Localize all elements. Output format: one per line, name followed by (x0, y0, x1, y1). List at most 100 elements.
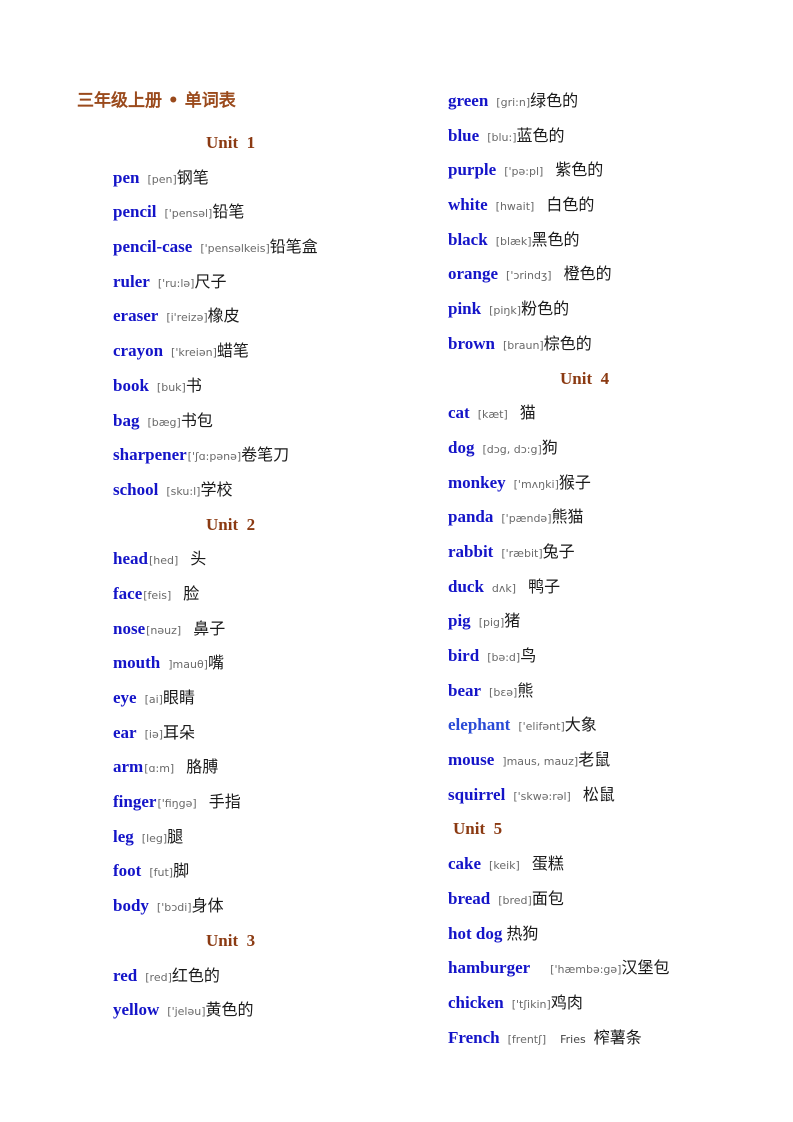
chinese-meaning: 头 (190, 549, 207, 569)
phonetic: [ɑ:m] (144, 762, 175, 776)
phonetic: [keik] (489, 859, 520, 873)
chinese-meaning: 猪 (504, 611, 521, 631)
chinese-meaning: 蜡笔 (216, 341, 249, 361)
vocabulary-page: 三年级上册 • 单词表 Unit 1 pen [pen] 钢笔 pencil ['pens… (0, 0, 793, 1122)
word-entry: pencil ['pensəl] 铅笔 (113, 195, 433, 230)
phonetic: ['pensəl] (164, 207, 213, 221)
english-word: orange (448, 264, 499, 284)
word-entry: pen [pen] 钢笔 (113, 161, 433, 196)
english-word: book (113, 375, 149, 395)
phonetic: ['pensəlkeis] (200, 242, 270, 256)
chinese-meaning: 身体 (191, 896, 224, 916)
word-entry: black [blæk] 黑色的 (448, 223, 778, 258)
phonetic: [hed] (148, 554, 179, 568)
word-entry: eye [ai] 眼睛 (113, 681, 433, 716)
phonetic: [red] (145, 970, 172, 984)
word-entry: head [hed] 头 (113, 542, 433, 577)
english-word: bread (448, 888, 491, 908)
english-word: monkey (448, 472, 506, 492)
chinese-meaning: 铅笔 (212, 202, 245, 222)
chinese-meaning: 橡皮 (207, 306, 240, 326)
english-word: pink (448, 299, 482, 319)
english-word: bird (448, 646, 480, 665)
chinese-meaning: 榨薯条 (593, 1027, 642, 1047)
phonetic: [piŋk] (489, 304, 522, 318)
chinese-meaning: 大象 (564, 715, 597, 735)
word-entry: bread [bred] 面包 (448, 882, 778, 917)
word-entry: pencil-case ['pensəlkeis] 铅笔盒 (113, 230, 433, 265)
english-word: French (448, 1027, 500, 1047)
chinese-meaning: 书包 (180, 410, 213, 430)
english-word: duck (448, 576, 484, 596)
phonetic: [bæg] (147, 415, 181, 429)
english-word: face (113, 583, 143, 603)
chinese-meaning: 汉堡包 (621, 958, 670, 978)
word-entry: squirrel ['skwə:rəl] 松鼠 (448, 778, 778, 813)
english-word: arm (113, 757, 144, 777)
chinese-meaning: 书 (185, 375, 202, 395)
word-entry: blue [blu:] 蓝色的 (448, 119, 778, 154)
phonetic: ['mʌŋki] (513, 477, 559, 491)
english-word: finger (113, 792, 157, 812)
chinese-meaning: 面包 (531, 888, 564, 908)
word-entry: mouth]mauθ] 嘴 (113, 646, 433, 681)
unit-heading: Unit 1 (206, 133, 256, 152)
phonetic: [blu:] (487, 130, 517, 144)
phonetic: [frentʃ] (507, 1032, 547, 1046)
word-entry: sharpener ['ʃɑ:pənə] 卷笔刀 (113, 438, 433, 473)
chinese-meaning: 老鼠 (578, 750, 611, 770)
page-title: 三年级上册 • 单词表 (77, 91, 236, 111)
english-word: school (113, 479, 159, 499)
phonetic: ['ʃɑ:pənə] (187, 450, 242, 464)
word-entry: face [feis] 脸 (113, 577, 433, 612)
phonetic: [leg] (141, 831, 168, 845)
chinese-meaning: 绿色的 (530, 91, 579, 110)
phonetic: ['bɔdi] (156, 901, 192, 915)
chinese-meaning: 鸟 (520, 646, 537, 665)
chinese-meaning: 鸡肉 (550, 992, 583, 1012)
chinese-meaning: 熊 (517, 680, 534, 700)
chinese-meaning: 钢笔 (176, 167, 209, 187)
english-word: pen (113, 167, 140, 187)
english-word: bear (448, 680, 482, 700)
word-entry: ruler ['ru:lə] 尺子 (113, 265, 433, 300)
word-entry: cake [keik] 蛋糕 (448, 847, 778, 882)
unit-heading: Unit 4 (560, 368, 610, 388)
word-entry: dog [dɔg, dɔ:g] 狗 (448, 431, 778, 466)
word-entry: foot [fut] 脚 (113, 854, 433, 889)
phonetic: [pen] (147, 172, 177, 186)
chinese-meaning: 鼻子 (193, 618, 226, 638)
chinese-meaning: 脸 (183, 583, 200, 603)
english-word: squirrel (448, 784, 506, 804)
word-entry: cat [kæt] 猫 (448, 396, 778, 431)
chinese-meaning: 黑色的 (531, 229, 580, 249)
chinese-meaning: 卷笔刀 (241, 445, 290, 465)
chinese-meaning: 橙色的 (563, 264, 612, 284)
word-entry: leg [leg] 腿 (113, 820, 433, 855)
phonetic: ]mauθ] (168, 658, 208, 672)
phonetic: [buk] (156, 380, 186, 394)
english-word: head (113, 549, 148, 569)
phonetic: [pig] (478, 616, 505, 630)
english-word: purple (448, 160, 497, 180)
unit-heading: Unit 5 (453, 819, 503, 839)
english-word: mouse (448, 750, 495, 770)
word-entry: orange ['ɔrindʒ] 橙色的 (448, 257, 778, 292)
word-entry: pig [pig] 猪 (448, 604, 778, 639)
english-word: eraser (113, 306, 159, 326)
word-entry: elephant ['elifənt] 大象 (448, 708, 778, 743)
english-word-extra: Fries (560, 1032, 586, 1046)
phonetic: ['jeləu] (167, 1005, 206, 1019)
phonetic: ['elifənt] (518, 720, 565, 734)
chinese-meaning: 棕色的 (543, 333, 592, 353)
english-word: blue (448, 125, 480, 145)
word-entry: monkey ['mʌŋki] 猴子 (448, 466, 778, 501)
phonetic: ['pændə] (501, 512, 552, 526)
word-entry: purple ['pə:pl] 紫色的 (448, 153, 778, 188)
english-word: ruler (113, 271, 150, 291)
phonetic: [bred] (498, 893, 532, 907)
phonetic: [dɔg, dɔ:g] (482, 442, 542, 456)
word-entry: panda ['pændə] 熊猫 (448, 500, 778, 535)
word-entry: hamburger ['hæmbə:gə] 汉堡包 (448, 951, 778, 986)
word-entry: body ['bɔdi] 身体 (113, 889, 433, 924)
